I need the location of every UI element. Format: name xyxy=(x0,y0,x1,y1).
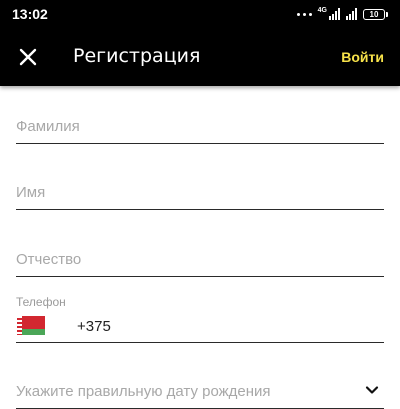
status-time: 13:02 xyxy=(12,6,48,22)
middle-name-input[interactable] xyxy=(16,249,384,269)
network-type: 4G xyxy=(317,6,327,14)
battery-level: 10 xyxy=(363,8,385,20)
close-icon xyxy=(19,48,37,66)
close-button[interactable] xyxy=(16,45,40,69)
signal-icon-2 xyxy=(346,8,357,20)
birth-date-placeholder: Укажите правильную дату рождения xyxy=(16,383,271,400)
battery-icon: 10 xyxy=(363,8,388,20)
birth-date-select[interactable]: Укажите правильную дату рождения xyxy=(16,380,384,409)
app-bar: Регистрация Войти xyxy=(0,28,400,86)
phone-input[interactable] xyxy=(118,316,382,340)
first-name-input[interactable] xyxy=(16,182,384,202)
phone-country-code: +375 xyxy=(77,318,111,335)
first-name-field xyxy=(16,182,384,210)
phone-label: Телефон xyxy=(16,295,66,309)
last-name-input[interactable] xyxy=(16,116,384,136)
status-icons: 4G 10 xyxy=(296,6,388,22)
login-button[interactable]: Войти xyxy=(341,49,384,65)
notification-dots-icon xyxy=(296,12,312,16)
last-name-field xyxy=(16,116,384,144)
page-title: Регистрация xyxy=(73,45,201,67)
chevron-down-icon xyxy=(365,386,379,394)
phone-field: +375 xyxy=(16,312,384,343)
signal-icon xyxy=(329,8,340,20)
belarus-flag-icon[interactable] xyxy=(17,316,45,335)
middle-name-field xyxy=(16,249,384,277)
status-bar: 13:02 4G 10 xyxy=(0,0,400,28)
